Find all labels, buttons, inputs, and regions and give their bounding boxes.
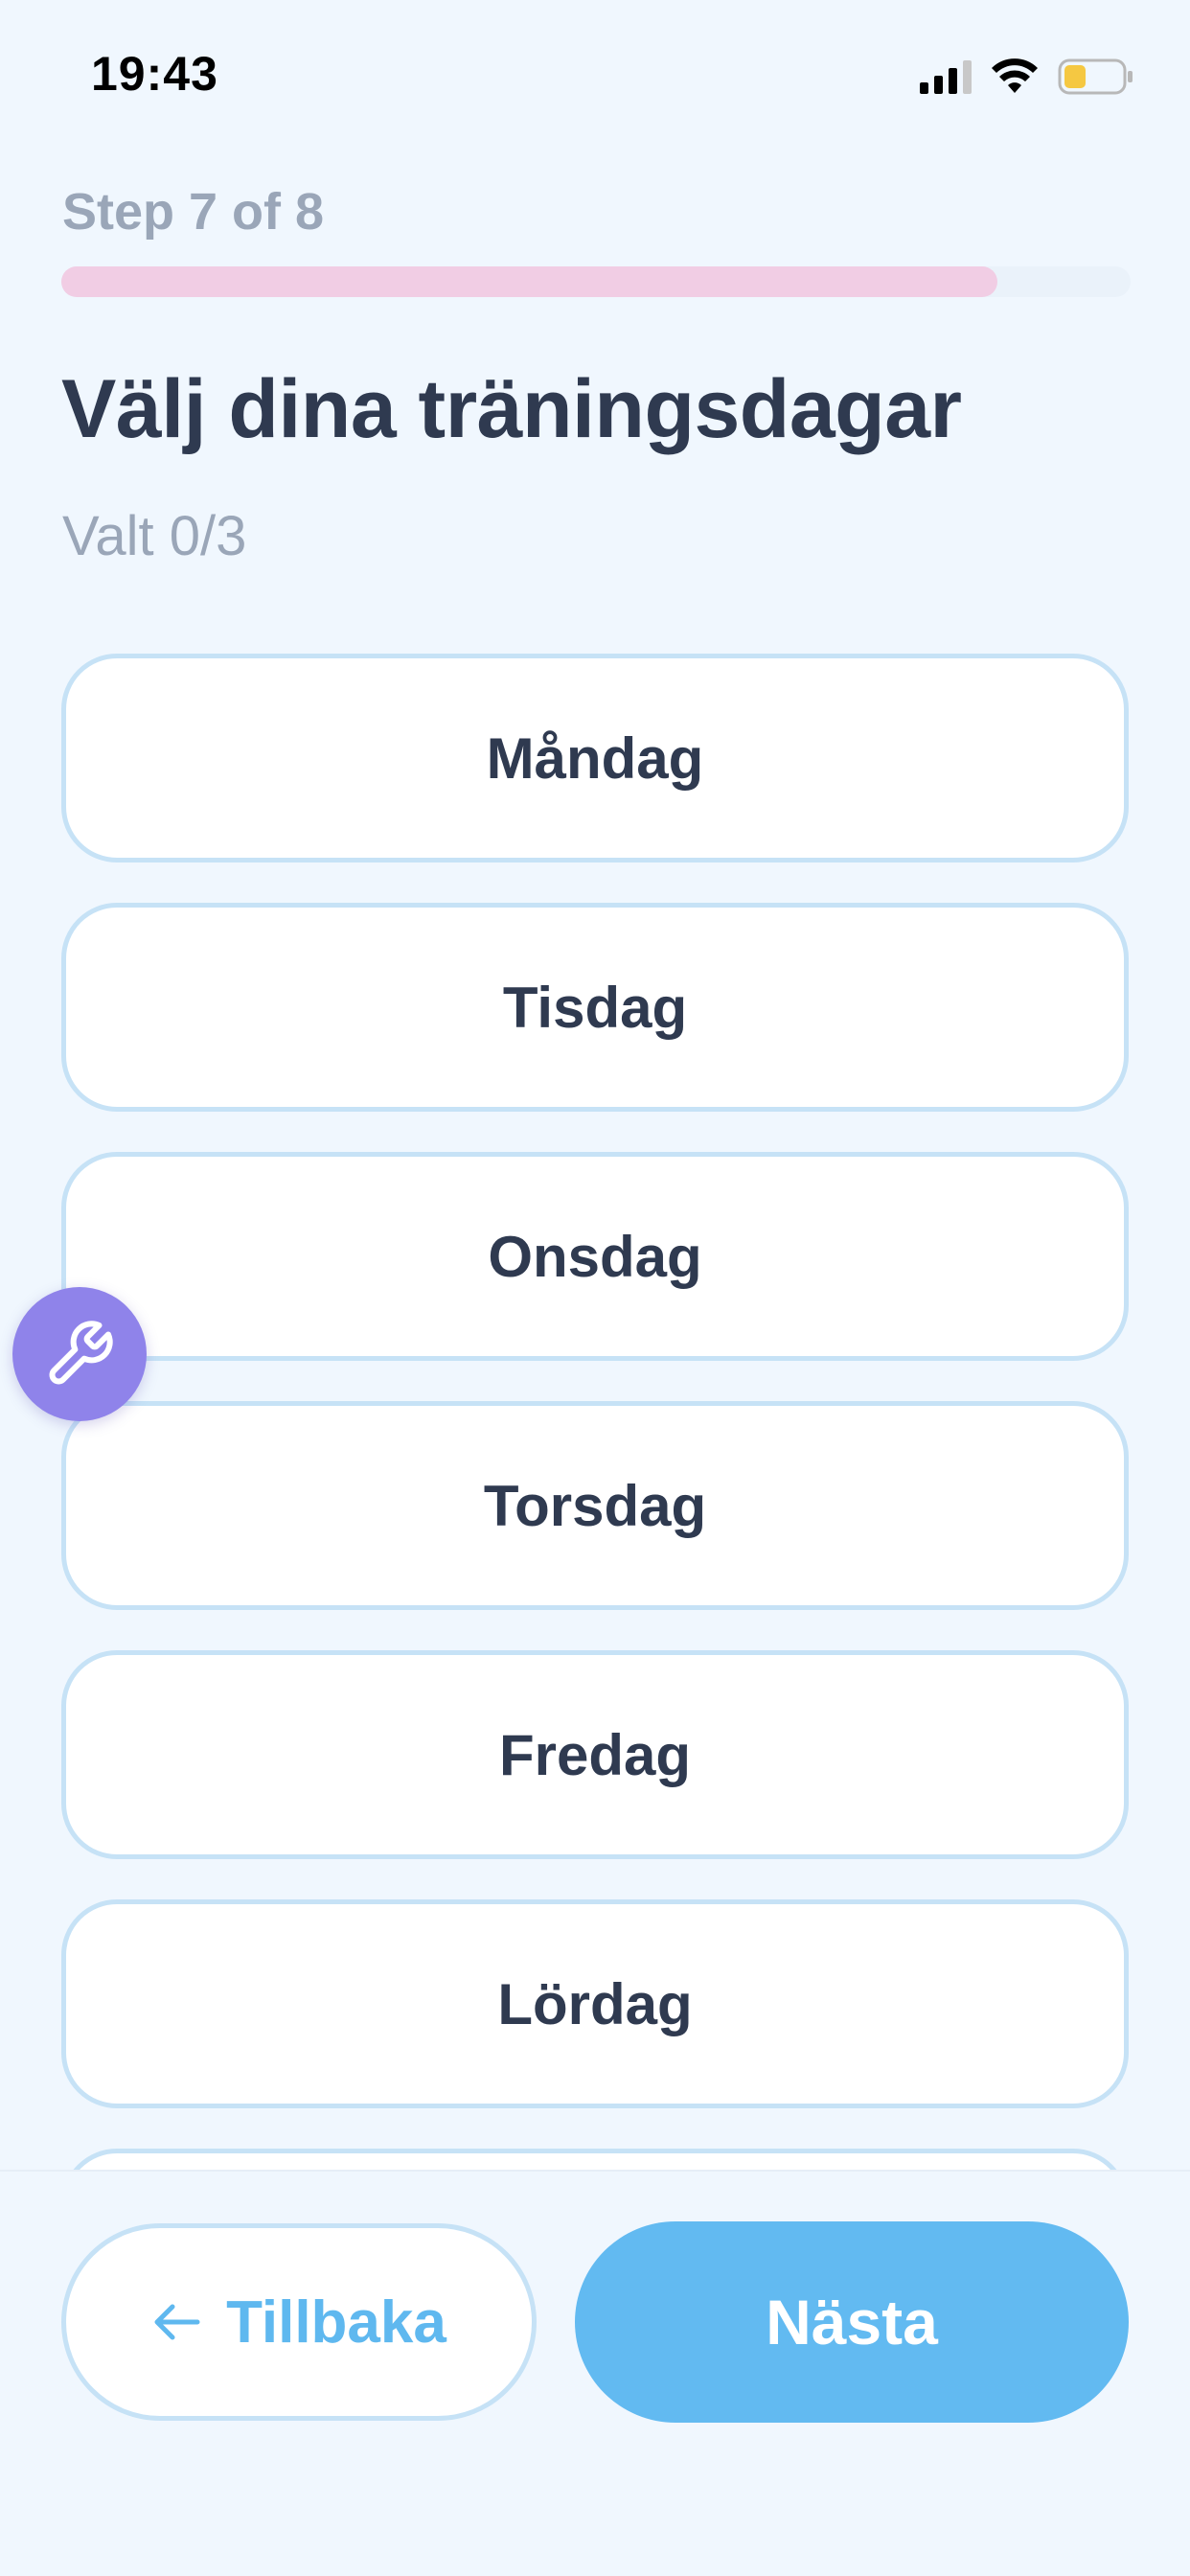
screen: 19:43 Step 7 of 8 Välj dina träningsdaga… <box>0 0 1190 2576</box>
battery-icon <box>1058 58 1133 95</box>
progress-bar <box>61 266 1131 297</box>
arrow-left-icon <box>154 2304 200 2340</box>
status-icons <box>920 56 1134 98</box>
wifi-icon <box>992 58 1038 93</box>
day-list: Måndag Tisdag Onsdag Torsdag Fredag Lörd… <box>61 654 1129 2170</box>
progress-fill <box>61 266 997 297</box>
day-option-torsdag[interactable]: Torsdag <box>61 1401 1129 1610</box>
day-option-lordag[interactable]: Lördag <box>61 1899 1129 2108</box>
next-button-label: Nästa <box>766 2287 938 2358</box>
day-option-fredag[interactable]: Fredag <box>61 1650 1129 1859</box>
day-option-mandag[interactable]: Måndag <box>61 654 1129 862</box>
step-label: Step 7 of 8 <box>62 183 325 241</box>
day-option-onsdag[interactable]: Onsdag <box>61 1152 1129 1361</box>
status-time: 19:43 <box>91 47 218 101</box>
tool-button[interactable] <box>12 1287 147 1421</box>
status-bar: 19:43 <box>0 0 1190 144</box>
day-option-partial[interactable] <box>61 2149 1129 2170</box>
selection-count: Valt 0/3 <box>62 505 247 567</box>
back-button-label: Tillbaka <box>226 2288 446 2356</box>
back-button[interactable]: Tillbaka <box>61 2223 537 2421</box>
wrench-icon <box>49 1321 113 1385</box>
cellular-signal-icon <box>920 59 972 94</box>
next-button[interactable]: Nästa <box>575 2221 1129 2423</box>
day-option-tisdag[interactable]: Tisdag <box>61 903 1129 1112</box>
page-title: Välj dina träningsdagar <box>61 363 962 455</box>
